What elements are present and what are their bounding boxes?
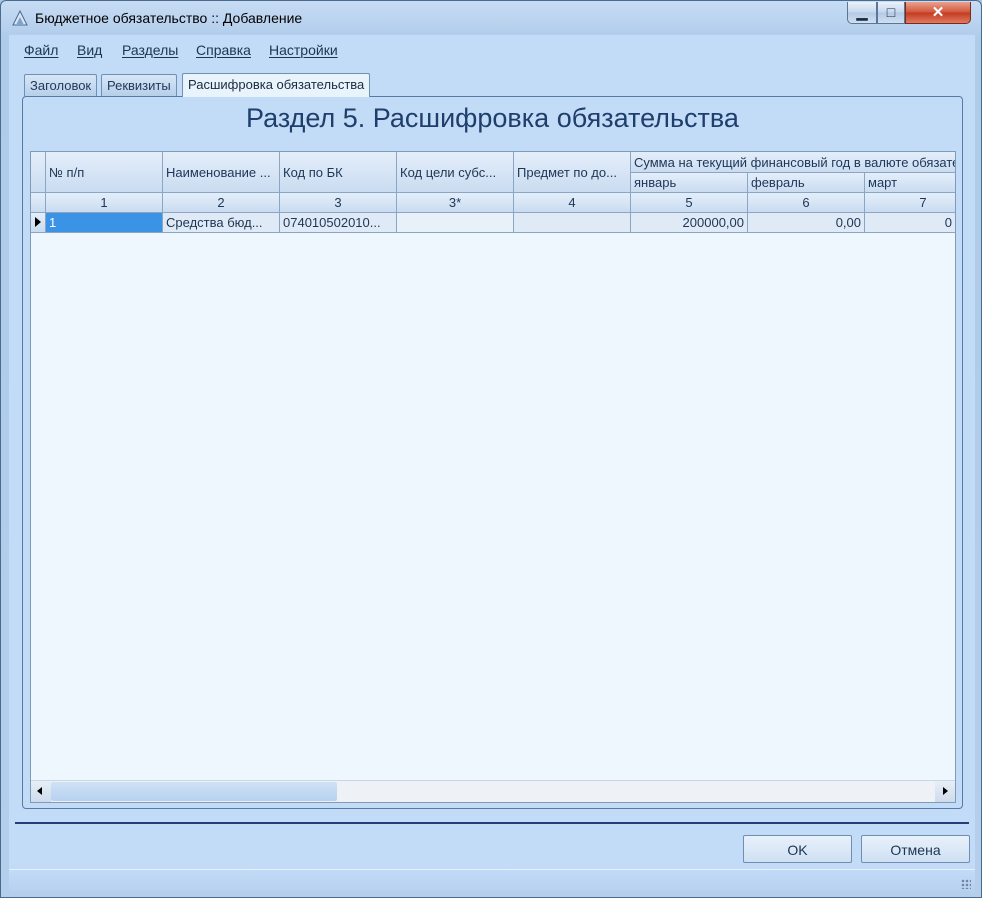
column-number: 7 [865,193,955,213]
column-header-january[interactable]: январь [631,173,748,193]
table-cell[interactable]: 0,00 [748,213,865,233]
menu-file[interactable]: Файл [24,42,58,58]
menu-settings[interactable]: Настройки [269,42,338,58]
scroll-thumb[interactable] [51,782,337,801]
column-header-number[interactable]: № п/п [46,152,163,193]
menu-view[interactable]: Вид [77,42,102,58]
arrow-right-icon [943,787,948,795]
column-number: 4 [514,193,631,213]
column-header-subsidy-code[interactable]: Код цели субс... [397,152,514,193]
minimize-icon: ▁ [856,4,868,20]
app-icon [12,9,28,26]
status-bar [9,869,975,892]
section-title: Раздел 5. Расшифровка обязательства [246,103,739,133]
column-number: 3* [397,193,514,213]
table-cell[interactable] [397,213,514,233]
table-cell[interactable]: 074010502010... [280,213,397,233]
column-header-march[interactable]: март [865,173,955,193]
column-number: 3 [280,193,397,213]
column-header-name[interactable]: Наименование ... [163,152,280,193]
menu-bar: Файл Вид Разделы Справка Настройки [9,35,975,65]
tab-panel: Раздел 5. Расшифровка обязательства № п/… [22,96,963,809]
client-area: Файл Вид Разделы Справка Настройки Загол… [9,35,975,892]
column-header-bk-code[interactable]: Код по БК [280,152,397,193]
column-number: 5 [631,193,748,213]
column-header-subject[interactable]: Предмет по до... [514,152,631,193]
menu-sections[interactable]: Разделы [122,42,178,58]
minimize-button[interactable]: ▁ [847,2,877,24]
title-bar: Бюджетное обязательство :: Добавление ▁ … [1,1,981,35]
resize-grip-icon[interactable] [961,879,971,889]
table-cell[interactable]: Средства бюд... [163,213,280,233]
table-cell[interactable]: 0 [865,213,955,233]
column-number: 6 [748,193,865,213]
row-header-corner [31,152,46,193]
current-row-icon [35,217,41,227]
horizontal-scrollbar[interactable] [31,780,955,802]
column-header-february[interactable]: февраль [748,173,865,193]
table-cell[interactable] [514,213,631,233]
tab-breakdown[interactable]: Расшифровка обязательства [182,73,371,97]
close-button[interactable]: ✕ [905,2,971,24]
column-group-header-sum: Сумма на текущий финансовый год в валюте… [631,152,955,173]
window: Бюджетное обязательство :: Добавление ▁ … [0,0,982,898]
maximize-button[interactable]: □ [877,2,905,24]
maximize-icon: □ [886,4,896,20]
scroll-left-button[interactable] [31,781,51,802]
table-cell[interactable]: 200000,00 [631,213,748,233]
column-number: 2 [163,193,280,213]
window-title: Бюджетное обязательство :: Добавление [35,10,303,26]
number-row-header [31,193,46,213]
tab-details[interactable]: Реквизиты [101,74,177,96]
column-number: 1 [46,193,163,213]
row-selector[interactable] [31,213,46,233]
cancel-button[interactable]: Отмена [861,835,970,863]
tab-header[interactable]: Заголовок [24,74,98,96]
separator [15,822,969,824]
scroll-right-button[interactable] [935,781,955,802]
table-cell[interactable]: 1 [46,213,163,233]
close-icon: ✕ [931,4,945,21]
menu-help[interactable]: Справка [196,42,251,58]
data-grid: № п/п Наименование ... Код по БК Код цел… [30,151,956,803]
arrow-left-icon [37,787,42,795]
ok-button[interactable]: OK [743,835,852,863]
